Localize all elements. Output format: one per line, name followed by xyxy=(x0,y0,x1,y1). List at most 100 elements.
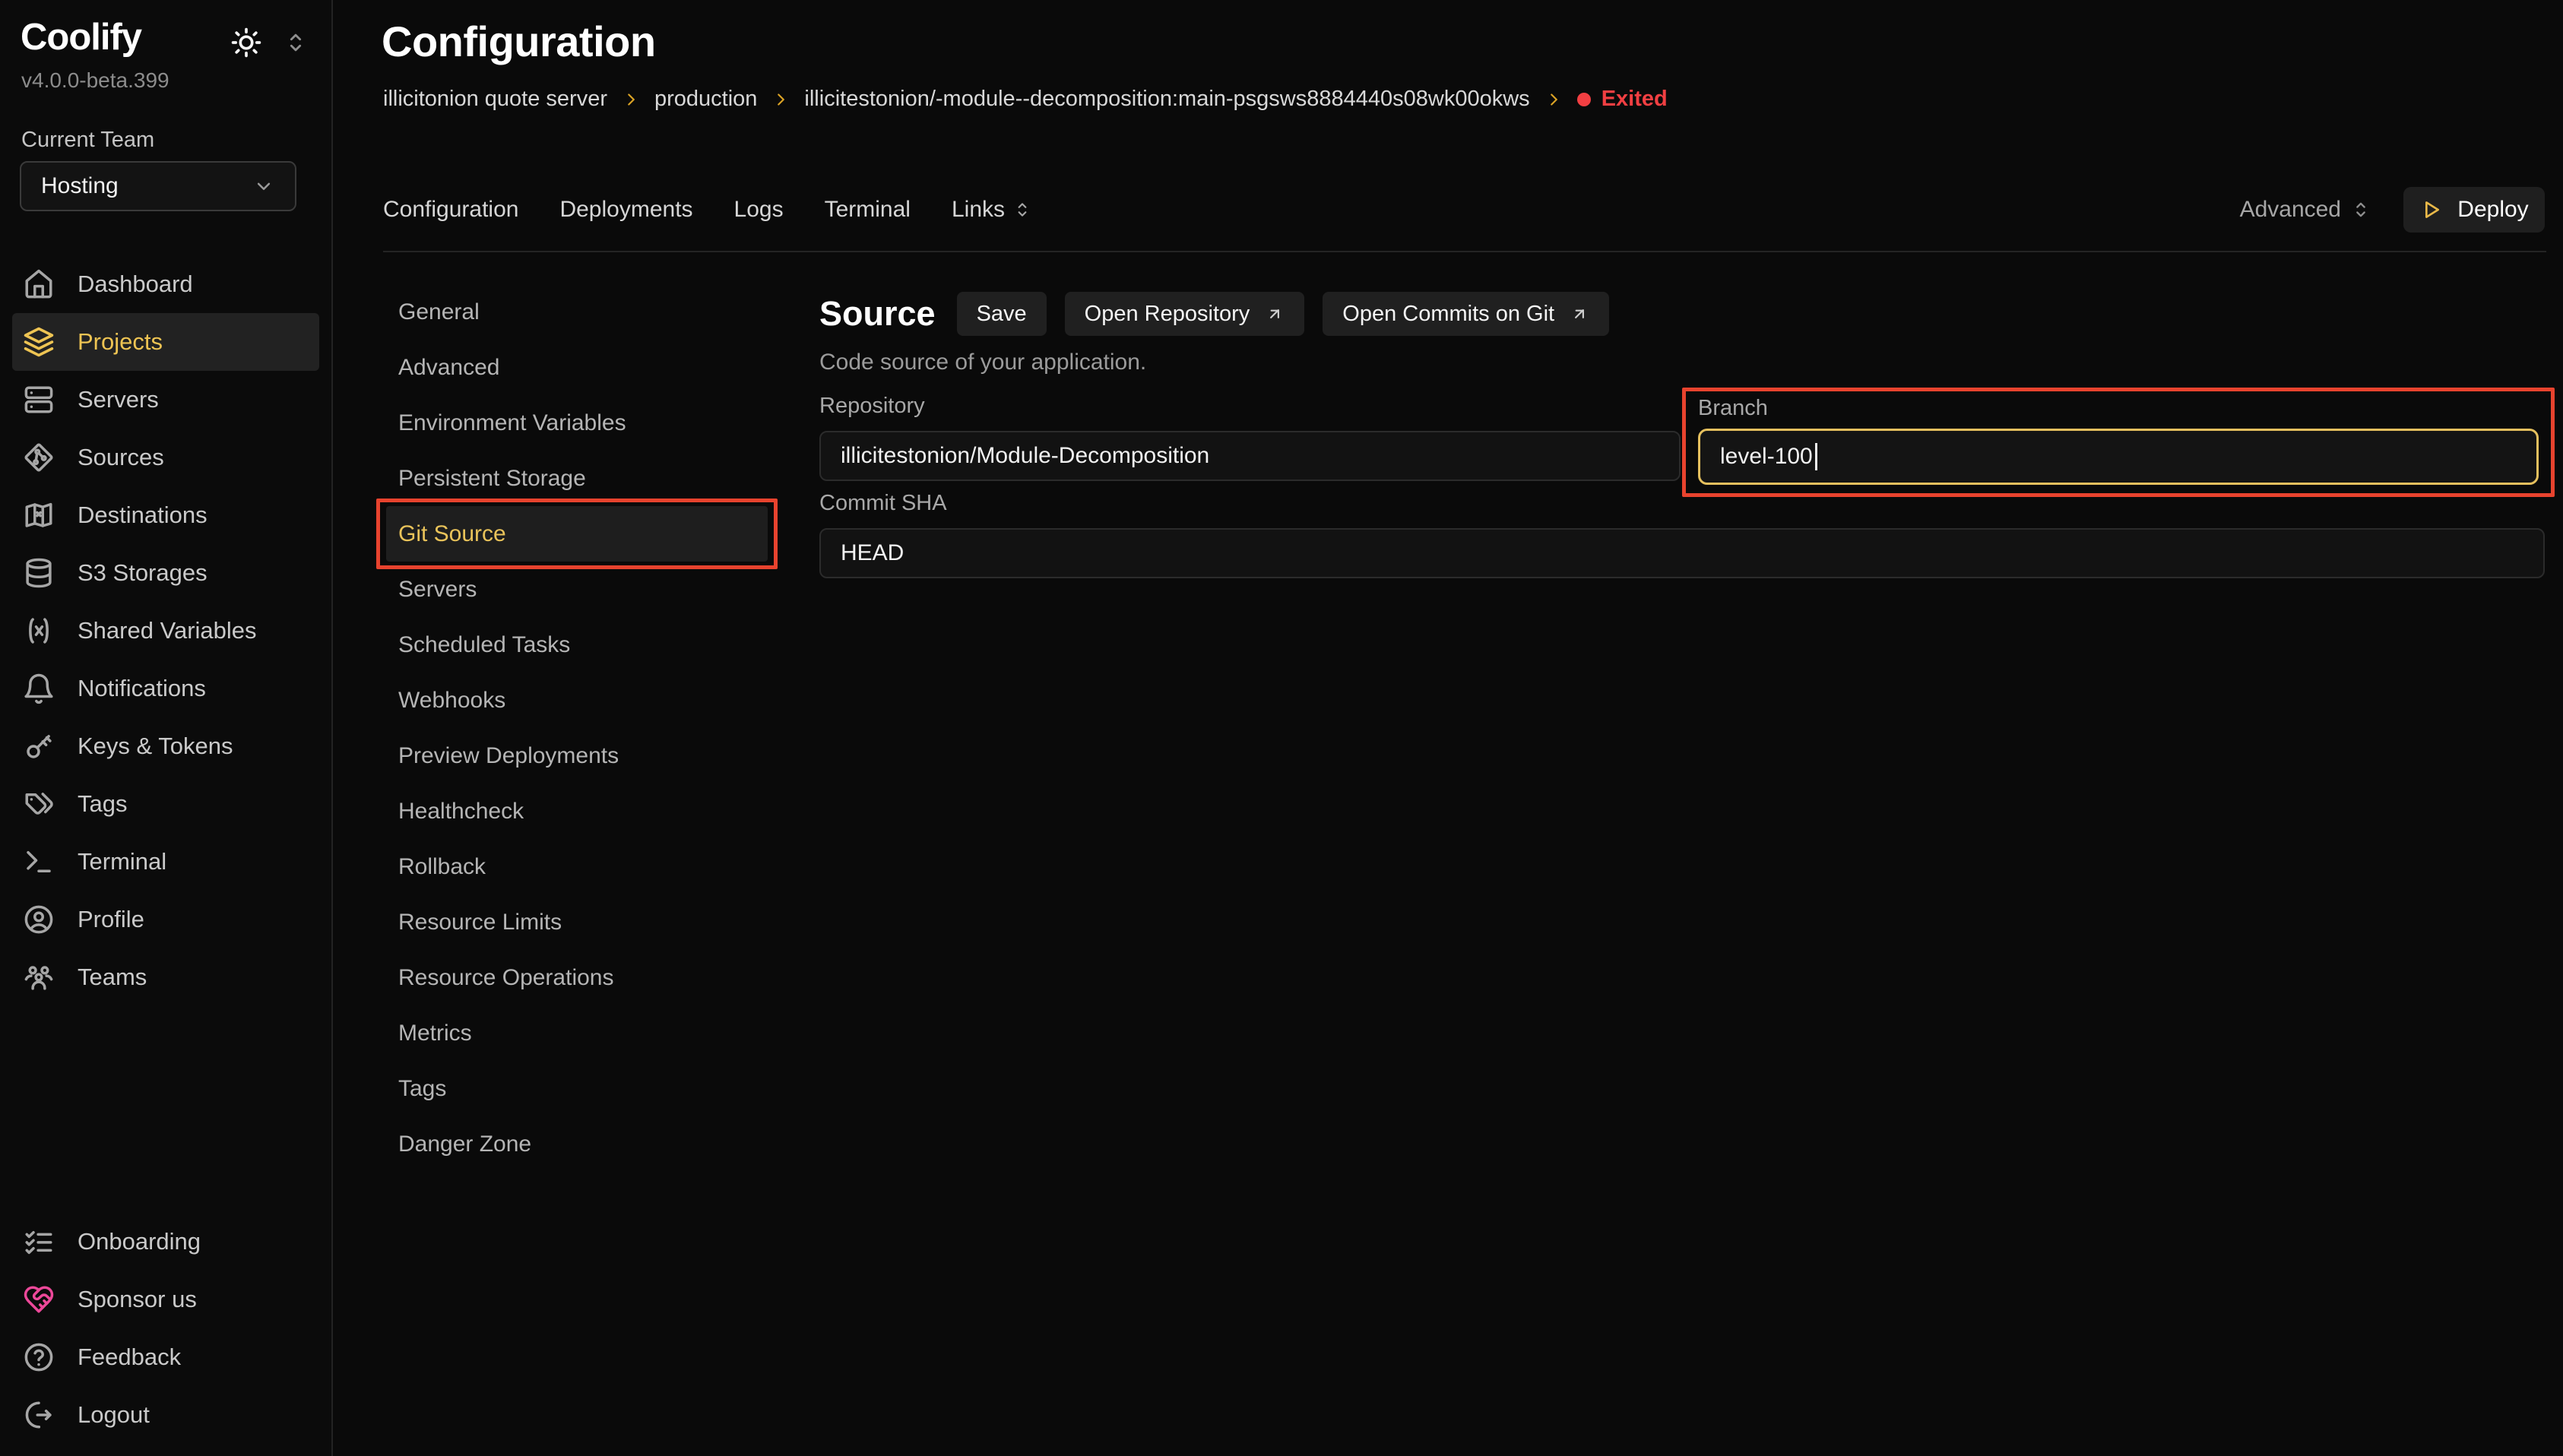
database-icon xyxy=(23,557,55,589)
status-badge: Exited xyxy=(1577,87,1668,112)
tab-logs[interactable]: Logs xyxy=(734,197,784,223)
sidebar-item-label: Dashboard xyxy=(78,271,193,298)
current-team-label: Current Team xyxy=(21,128,154,153)
status-text: Exited xyxy=(1601,87,1668,112)
logout-icon xyxy=(23,1399,55,1431)
breadcrumb-item-2[interactable]: illicitestonion/-module--decomposition:m… xyxy=(804,87,1529,112)
sidebar-item-teams[interactable]: Teams xyxy=(12,948,319,1006)
sidebar-nav: Dashboard Projects Servers SourcesDestinati… xyxy=(0,255,331,1006)
subnav-item-general[interactable]: General xyxy=(386,284,768,340)
tab-deployments[interactable]: Deployments xyxy=(559,197,692,223)
breadcrumb-item-1[interactable]: production xyxy=(654,87,757,112)
breadcrumb-crumbs: illicitonion quote server production illic… xyxy=(383,87,1563,112)
play-icon xyxy=(2419,198,2444,222)
commit-sha-input[interactable]: HEAD xyxy=(819,528,2545,578)
sidebar-item-sponsor-us[interactable]: Sponsor us xyxy=(12,1271,319,1328)
tabs-divider xyxy=(383,251,2546,252)
braces-x-icon xyxy=(23,615,55,647)
tab-links[interactable]: Links xyxy=(952,197,1032,223)
breadcrumb-item-0[interactable]: illicitonion quote server xyxy=(383,87,607,112)
sidebar-item-destinations[interactable]: Destinations xyxy=(12,486,319,544)
sidebar-item-notifications[interactable]: Notifications xyxy=(12,660,319,717)
subnav-item-persistent-storage[interactable]: Persistent Storage xyxy=(386,451,768,506)
server-icon xyxy=(23,384,55,416)
commit-sha-label: Commit SHA xyxy=(819,491,2545,516)
section-description: Code source of your application. xyxy=(819,350,2545,375)
team-selector-value: Hosting xyxy=(41,173,119,199)
sidebar-item-label: Servers xyxy=(78,386,159,413)
subnav-item-scheduled-tasks[interactable]: Scheduled Tasks xyxy=(386,617,768,673)
arrow-up-right-icon xyxy=(1570,304,1589,324)
breadcrumb: illicitonion quote server production illic… xyxy=(383,87,1668,112)
bell-icon xyxy=(23,673,55,704)
sidebar-item-label: Feedback xyxy=(78,1344,181,1371)
sidebar-item-keys-tokens[interactable]: Keys & Tokens xyxy=(12,717,319,775)
branch-label: Branch xyxy=(1698,396,2539,421)
subnav-item-danger-zone[interactable]: Danger Zone xyxy=(386,1116,768,1172)
key-icon xyxy=(23,730,55,762)
subnav-item-advanced[interactable]: Advanced xyxy=(386,340,768,395)
subnav-item-resource-operations[interactable]: Resource Operations xyxy=(386,950,768,1005)
repository-field-group: Repository illicitestonion/Module-Decomp… xyxy=(819,394,1681,481)
theme-toggle-sun-icon[interactable] xyxy=(230,26,263,59)
tab-configuration[interactable]: Configuration xyxy=(383,197,518,223)
tabs-row: Configuration Deployments Logs Terminal Link… xyxy=(383,185,2545,234)
sidebar-item-label: Sponsor us xyxy=(78,1286,197,1313)
branch-field-group: Branch level-100 xyxy=(1682,388,2555,497)
subnav-item-servers[interactable]: Servers xyxy=(386,562,768,617)
subnav-item-environment-variables[interactable]: Environment Variables xyxy=(386,395,768,451)
sidebar-item-label: Profile xyxy=(78,906,144,933)
open-commits-button[interactable]: Open Commits on Git xyxy=(1323,292,1609,336)
advanced-label: Advanced xyxy=(2240,197,2341,223)
deploy-button[interactable]: Deploy xyxy=(2403,187,2545,233)
section-heading: Source xyxy=(819,294,936,334)
sidebar-item-label: Terminal xyxy=(78,848,166,875)
sidebar-item-logout[interactable]: Logout xyxy=(12,1386,319,1444)
subnav-item-webhooks[interactable]: Webhooks xyxy=(386,673,768,728)
subnav-item-resource-limits[interactable]: Resource Limits xyxy=(386,894,768,950)
checklist-icon xyxy=(23,1226,55,1258)
page-title: Configuration xyxy=(382,17,656,66)
subnav-item-metrics[interactable]: Metrics xyxy=(386,1005,768,1061)
subnav-item-git-source[interactable]: Git Source xyxy=(386,506,768,562)
chevrons-up-down-icon xyxy=(2350,199,2371,220)
team-selector[interactable]: Hosting xyxy=(20,161,296,211)
app-version: v4.0.0-beta.399 xyxy=(21,68,169,93)
sidebar-item-profile[interactable]: Profile xyxy=(12,891,319,948)
advanced-menu[interactable]: Advanced xyxy=(2240,197,2371,223)
sidebar-item-tags[interactable]: Tags xyxy=(12,775,319,833)
open-repository-button[interactable]: Open Repository xyxy=(1065,292,1305,336)
sidebar-item-s3-storages[interactable]: S3 Storages xyxy=(12,544,319,602)
sidebar-item-label: S3 Storages xyxy=(78,559,208,587)
tags-icon xyxy=(23,788,55,820)
layers-icon xyxy=(23,326,55,358)
sidebar-item-servers[interactable]: Servers xyxy=(12,371,319,429)
sidebar-item-projects[interactable]: Projects xyxy=(12,313,319,371)
sidebar-item-sources[interactable]: Sources xyxy=(12,429,319,486)
users-icon xyxy=(23,961,55,993)
source-form: Source Save Open Repository Open Commits… xyxy=(819,292,2545,611)
status-dot xyxy=(1577,93,1591,106)
subnav-item-tags[interactable]: Tags xyxy=(386,1061,768,1116)
map-icon xyxy=(23,499,55,531)
save-button[interactable]: Save xyxy=(957,292,1047,336)
branch-input[interactable]: level-100 xyxy=(1698,429,2539,485)
tab-terminal[interactable]: Terminal xyxy=(825,197,911,223)
sidebar-item-label: Projects xyxy=(78,328,163,356)
user-circle-icon xyxy=(23,904,55,935)
sidebar-item-feedback[interactable]: Feedback xyxy=(12,1328,319,1386)
app-logo: Coolify xyxy=(21,18,141,57)
sidebar-item-label: Teams xyxy=(78,964,147,991)
sidebar-item-shared-variables[interactable]: Shared Variables xyxy=(12,602,319,660)
sidebar-footer-nav: Onboarding Sponsor us Feedback Logout xyxy=(0,1213,331,1444)
chevron-right-icon xyxy=(771,90,790,109)
sidebar-collapse-chevrons-icon[interactable] xyxy=(283,30,309,55)
sidebar-item-terminal[interactable]: Terminal xyxy=(12,833,319,891)
sidebar-item-dashboard[interactable]: Dashboard xyxy=(12,255,319,313)
subnav-item-healthcheck[interactable]: Healthcheck xyxy=(386,783,768,839)
subnav-item-rollback[interactable]: Rollback xyxy=(386,839,768,894)
commit-sha-field-group: Commit SHA HEAD xyxy=(819,491,2545,578)
subnav-item-preview-deployments[interactable]: Preview Deployments xyxy=(386,728,768,783)
repository-input[interactable]: illicitestonion/Module-Decomposition xyxy=(819,431,1681,481)
sidebar-item-onboarding[interactable]: Onboarding xyxy=(12,1213,319,1271)
